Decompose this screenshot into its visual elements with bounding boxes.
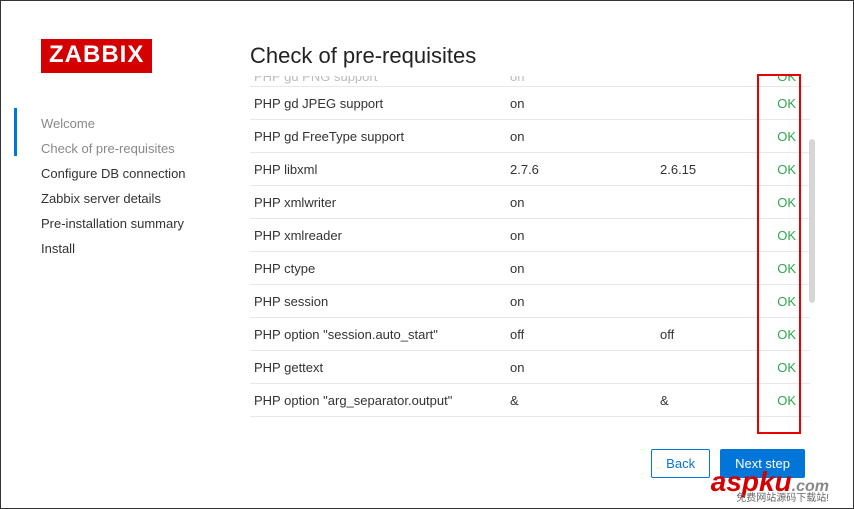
table-row: PHP xmlwriteron OK bbox=[250, 186, 810, 219]
table-row: PHP gettexton OK bbox=[250, 351, 810, 384]
prereq-status: OK bbox=[760, 294, 800, 309]
prereq-current: on bbox=[510, 96, 660, 111]
table-row: PHP gd JPEG supporton OK bbox=[250, 87, 810, 120]
sidebar-item-1[interactable]: Check of pre-requisites bbox=[41, 136, 221, 161]
prereq-current: & bbox=[510, 393, 660, 408]
zabbix-logo: ZABBIX bbox=[41, 39, 152, 73]
prereq-status: OK bbox=[760, 96, 800, 111]
sidebar-item-0[interactable]: Welcome bbox=[41, 111, 221, 136]
prereq-name: PHP session bbox=[250, 294, 510, 309]
next-step-button[interactable]: Next step bbox=[720, 449, 805, 478]
prereq-required: & bbox=[660, 393, 760, 408]
prereq-current: on bbox=[510, 228, 660, 243]
prereq-current: on bbox=[510, 195, 660, 210]
table-row: PHP libxml2.7.62.6.15OK bbox=[250, 153, 810, 186]
table-row: PHP xmlreaderon OK bbox=[250, 219, 810, 252]
prereq-status: OK bbox=[760, 393, 800, 408]
sidebar-item-5[interactable]: Install bbox=[41, 236, 221, 261]
scrollbar-thumb[interactable] bbox=[809, 139, 815, 303]
prereq-current: on bbox=[510, 360, 660, 375]
sidebar-item-2[interactable]: Configure DB connection bbox=[41, 161, 221, 186]
setup-sidebar: WelcomeCheck of pre-requisitesConfigure … bbox=[41, 111, 221, 261]
table-row: PHP gd FreeType supporton OK bbox=[250, 120, 810, 153]
prereq-table: PHP gd PNG supportonOKPHP gd JPEG suppor… bbox=[250, 76, 810, 446]
prereq-name: PHP option "arg_separator.output" bbox=[250, 393, 510, 408]
back-button[interactable]: Back bbox=[651, 449, 710, 478]
table-row: PHP option "arg_separator.output"&&OK bbox=[250, 384, 810, 417]
prereq-name: PHP option "session.auto_start" bbox=[250, 327, 510, 342]
prereq-required: 2.6.15 bbox=[660, 162, 760, 177]
app-frame: ZABBIX Check of pre-requisites WelcomeCh… bbox=[0, 0, 854, 509]
prereq-current: on bbox=[510, 129, 660, 144]
prereq-status: OK bbox=[760, 76, 800, 84]
footer-buttons: Back Next step bbox=[651, 449, 805, 478]
prereq-name: PHP gettext bbox=[250, 360, 510, 375]
prereq-status: OK bbox=[760, 228, 800, 243]
prereq-current: on bbox=[510, 261, 660, 276]
prereq-status: OK bbox=[760, 360, 800, 375]
prereq-current: 2.7.6 bbox=[510, 162, 660, 177]
prereq-status: OK bbox=[760, 261, 800, 276]
prereq-status: OK bbox=[760, 327, 800, 342]
page-title: Check of pre-requisites bbox=[250, 43, 476, 69]
prereq-current: on bbox=[510, 294, 660, 309]
prereq-name: PHP ctype bbox=[250, 261, 510, 276]
prereq-name: PHP gd JPEG support bbox=[250, 96, 510, 111]
prereq-name: PHP xmlwriter bbox=[250, 195, 510, 210]
table-row: PHP sessionon OK bbox=[250, 285, 810, 318]
prereq-status: OK bbox=[760, 195, 800, 210]
prereq-name: PHP gd PNG support bbox=[250, 76, 510, 84]
table-row: PHP ctypeon OK bbox=[250, 252, 810, 285]
watermark-sub: 免费网站源码下载站! bbox=[736, 489, 829, 504]
prereq-current: on bbox=[510, 76, 660, 84]
prereq-name: PHP xmlreader bbox=[250, 228, 510, 243]
prereq-required: off bbox=[660, 327, 760, 342]
sidebar-item-3[interactable]: Zabbix server details bbox=[41, 186, 221, 211]
prereq-status: OK bbox=[760, 162, 800, 177]
sidebar-indicator bbox=[14, 108, 17, 156]
prereq-status: OK bbox=[760, 129, 800, 144]
table-row: PHP option "session.auto_start"offoffOK bbox=[250, 318, 810, 351]
sidebar-item-4[interactable]: Pre-installation summary bbox=[41, 211, 221, 236]
watermark-domain: .com bbox=[792, 478, 829, 495]
table-row: PHP gd PNG supporton OK bbox=[250, 76, 810, 87]
prereq-current: off bbox=[510, 327, 660, 342]
prereq-name: PHP gd FreeType support bbox=[250, 129, 510, 144]
prereq-name: PHP libxml bbox=[250, 162, 510, 177]
